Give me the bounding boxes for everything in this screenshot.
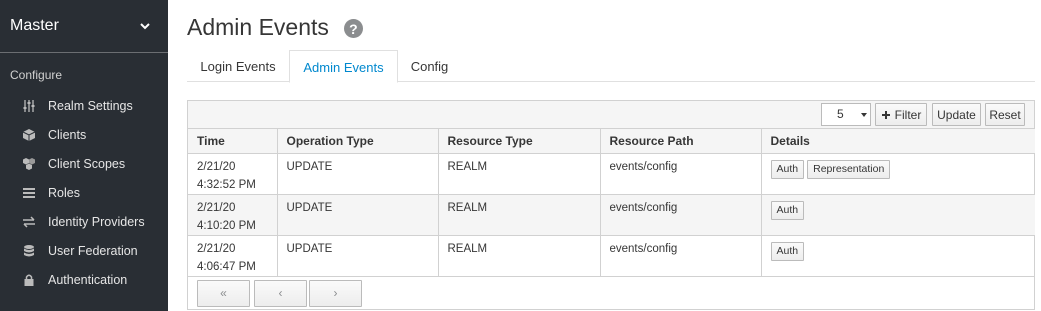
- sidebar-item-label: Authentication: [48, 272, 128, 287]
- time-cell: 2/21/20 4:32:52 PM: [188, 153, 278, 195]
- sidebar-item-roles[interactable]: Roles: [0, 178, 168, 207]
- tabs: Login Events Admin Events Config: [187, 50, 1035, 83]
- sidebar-item-label: Roles: [48, 185, 80, 200]
- section-title: Configure: [10, 68, 63, 82]
- reset-button[interactable]: Reset: [985, 103, 1025, 126]
- resource-path-cell: events/config: [600, 235, 762, 277]
- column-header-details: Details: [761, 129, 1035, 154]
- column-header-resource-type: Resource Type: [438, 129, 601, 154]
- time-text: 4:06:47 PM: [197, 260, 256, 273]
- plus-icon: [881, 110, 890, 119]
- representation-button[interactable]: Representation: [807, 159, 891, 179]
- sidebar-item-identity-providers[interactable]: Identity Providers: [0, 207, 168, 236]
- resource-path-cell: events/config: [600, 153, 762, 195]
- realm-name: Master: [10, 17, 59, 34]
- sidebar: Master Configure Realm Settings Clients …: [0, 0, 168, 311]
- filter-button[interactable]: Filter: [875, 103, 927, 126]
- auth-button[interactable]: Auth: [770, 159, 805, 179]
- column-header-resource-path: Resource Path: [600, 129, 762, 154]
- tab-admin-events[interactable]: Admin Events: [289, 50, 398, 83]
- time-text: 4:32:52 PM: [197, 178, 256, 191]
- time-cell: 2/21/20 4:10:20 PM: [188, 194, 278, 236]
- details-cell: Auth: [761, 235, 1035, 277]
- tab-login-events[interactable]: Login Events: [187, 50, 289, 82]
- tab-config[interactable]: Config: [398, 50, 461, 82]
- column-header-time: Time: [188, 129, 278, 154]
- resource-type-cell: REALM: [438, 194, 601, 236]
- filter-label: Filter: [894, 107, 922, 122]
- main-content: Admin Events ? Login Events Admin Events…: [187, 0, 1035, 310]
- chevron-down-icon: [140, 23, 150, 30]
- table-header-row: Time Operation Type Resource Type Resour…: [188, 129, 1035, 154]
- lock-icon: [20, 272, 38, 288]
- resource-type-cell: REALM: [438, 153, 601, 195]
- cube-icon: [20, 127, 38, 143]
- time-text: 4:10:20 PM: [197, 219, 256, 232]
- details-cell: Auth Representation: [761, 153, 1035, 195]
- database-icon: [20, 243, 38, 259]
- sidebar-item-label: User Federation: [48, 243, 138, 258]
- list-icon: [20, 185, 38, 201]
- operation-cell: UPDATE: [277, 235, 439, 277]
- auth-button[interactable]: Auth: [770, 241, 805, 261]
- sliders-icon: [20, 98, 38, 114]
- operation-cell: UPDATE: [277, 194, 439, 236]
- title-row: Admin Events ?: [187, 0, 1035, 50]
- cubes-icon: [20, 156, 38, 172]
- sidebar-item-user-federation[interactable]: User Federation: [0, 236, 168, 265]
- table-toolbar: 5 Filter Update Reset: [188, 101, 1034, 129]
- date-text: 2/21/20: [197, 242, 236, 255]
- date-text: 2/21/20: [197, 201, 236, 214]
- details-cell: Auth: [761, 194, 1035, 236]
- events-table-panel: 5 Filter Update Reset Time Operation Typ…: [187, 100, 1035, 310]
- time-cell: 2/21/20 4:06:47 PM: [188, 235, 278, 277]
- help-icon[interactable]: ?: [343, 19, 363, 38]
- sidebar-item-label: Client Scopes: [48, 156, 126, 171]
- caret-down-icon: [861, 113, 867, 117]
- sidebar-item-label: Identity Providers: [48, 214, 145, 229]
- realm-selector[interactable]: Master: [0, 0, 168, 53]
- first-page-button[interactable]: «: [197, 279, 250, 307]
- exchange-icon: [20, 214, 38, 230]
- table-row: 2/21/20 4:10:20 PM UPDATE REALM events/co…: [188, 194, 1035, 236]
- page-size-value: 5: [837, 107, 844, 121]
- sidebar-item-client-scopes[interactable]: Client Scopes: [0, 149, 168, 178]
- sidebar-item-label: Clients: [48, 127, 87, 142]
- previous-page-button[interactable]: ‹: [254, 279, 307, 307]
- sidebar-item-clients[interactable]: Clients: [0, 120, 168, 149]
- auth-button[interactable]: Auth: [770, 200, 805, 220]
- resource-path-cell: events/config: [600, 194, 762, 236]
- next-page-button[interactable]: ›: [309, 279, 362, 307]
- sidebar-item-authentication[interactable]: Authentication: [0, 265, 168, 294]
- operation-cell: UPDATE: [277, 153, 439, 195]
- page-title: Admin Events: [187, 14, 329, 40]
- table-row: 2/21/20 4:32:52 PM UPDATE REALM events/co…: [188, 153, 1035, 195]
- update-button[interactable]: Update: [932, 103, 981, 126]
- pagination: « ‹ ›: [188, 277, 1034, 310]
- events-table: Time Operation Type Resource Type Resour…: [188, 129, 1035, 277]
- sidebar-item-realm-settings[interactable]: Realm Settings: [0, 91, 168, 120]
- sidebar-item-label: Realm Settings: [48, 98, 133, 113]
- table-row: 2/21/20 4:06:47 PM UPDATE REALM events/co…: [188, 235, 1035, 277]
- column-header-operation-type: Operation Type: [277, 129, 439, 154]
- page-size-select[interactable]: 5: [821, 103, 871, 126]
- resource-type-cell: REALM: [438, 235, 601, 277]
- date-text: 2/21/20: [197, 160, 236, 173]
